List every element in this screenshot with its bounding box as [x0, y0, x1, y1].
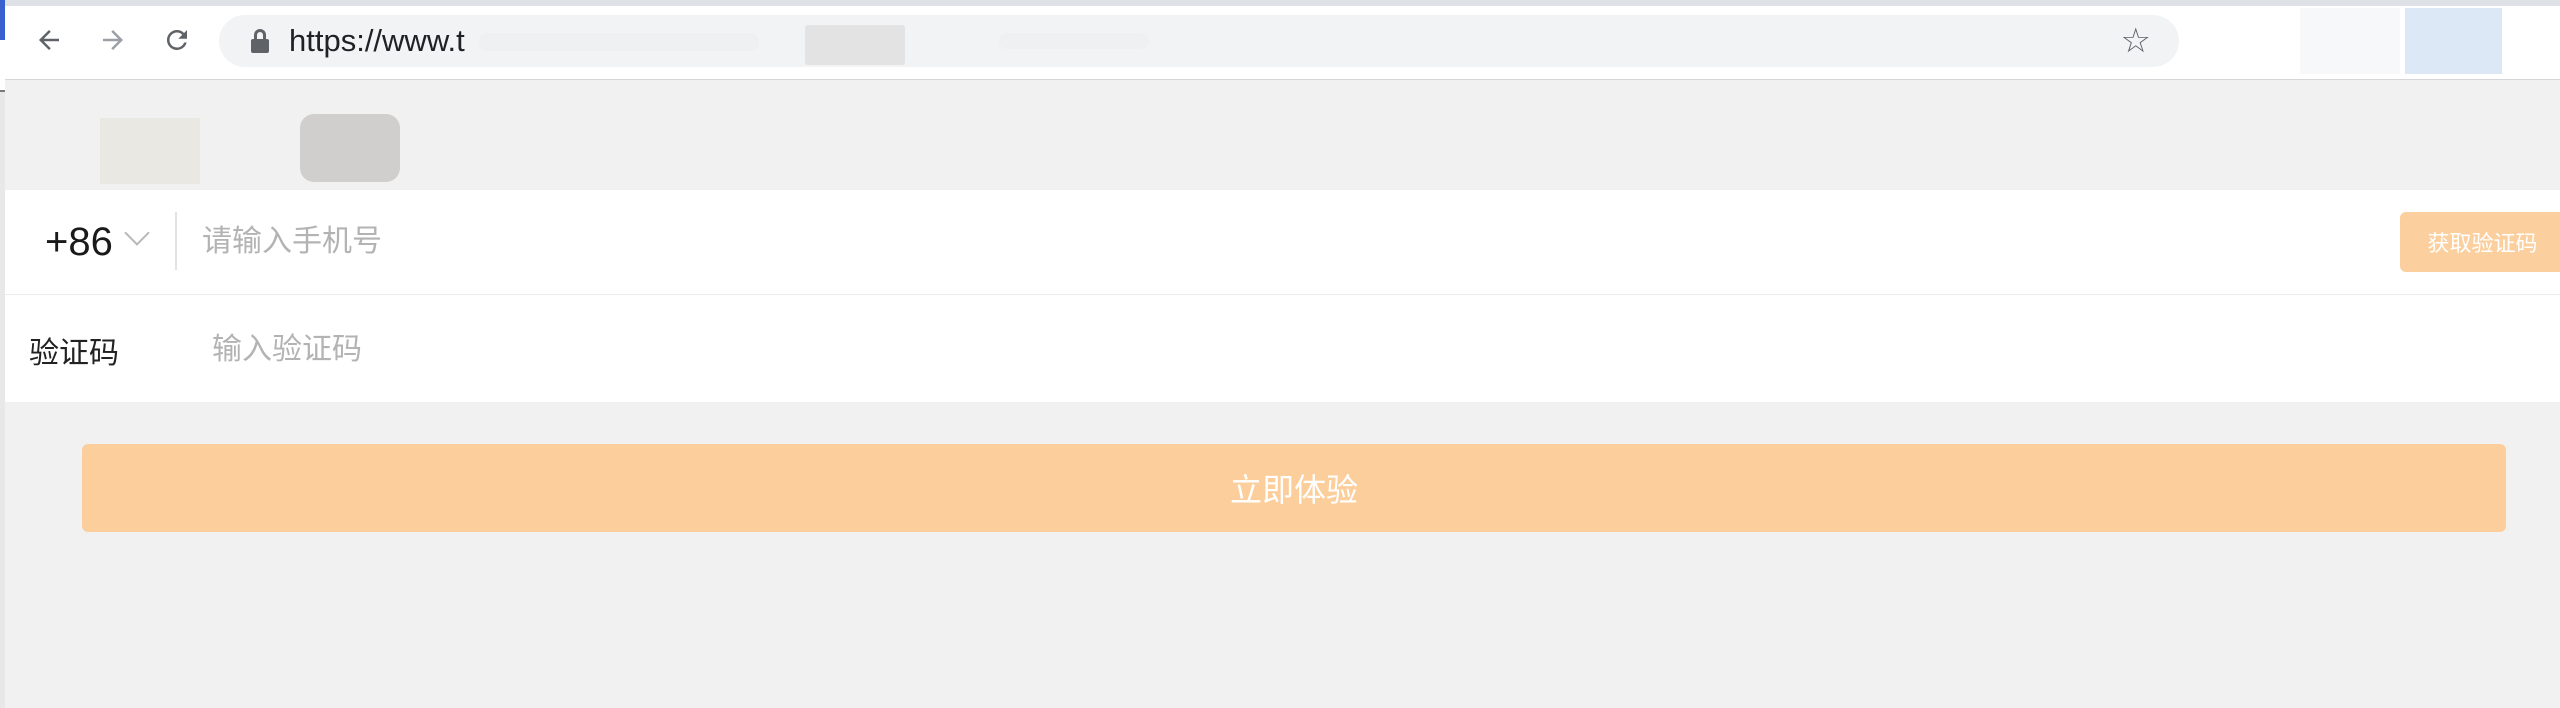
chevron-down-icon[interactable]	[124, 220, 150, 246]
country-code-select[interactable]: +86	[45, 220, 113, 265]
redacted-extension	[2200, 8, 2300, 74]
reload-icon	[166, 29, 187, 50]
redacted-extension	[2502, 8, 2560, 74]
url-text[interactable]: https://www.t	[289, 23, 465, 59]
redacted-extension	[2405, 8, 2502, 74]
forward-button[interactable]	[91, 18, 135, 62]
extensions-area	[2200, 8, 2560, 74]
phone-input[interactable]	[200, 214, 1700, 268]
redacted-url-part	[999, 33, 1149, 49]
get-code-button[interactable]: 获取验证码	[2400, 212, 2560, 272]
star-icon[interactable]: ☆	[2121, 21, 2151, 61]
tab-strip	[5, 0, 2560, 6]
phone-row: +86 获取验证码	[5, 190, 2560, 295]
code-input[interactable]	[210, 322, 1710, 376]
code-label: 验证码	[29, 336, 119, 371]
arrow-right-icon	[103, 30, 123, 50]
redacted-extension	[2300, 8, 2400, 74]
page-header	[5, 80, 2560, 190]
lock-icon[interactable]	[249, 28, 271, 54]
address-bar[interactable]: https://www.t ☆	[219, 15, 2179, 67]
arrow-left-icon	[39, 30, 59, 50]
redacted-logo	[300, 114, 400, 182]
redacted-url-part	[479, 33, 759, 51]
redacted-url-part	[805, 25, 905, 65]
browser-toolbar: https://www.t ☆	[5, 0, 2560, 80]
submit-button[interactable]: 立即体验	[82, 444, 2506, 532]
reload-button[interactable]	[155, 18, 199, 62]
code-row: 验证码	[5, 296, 2560, 402]
redacted-logo	[100, 118, 200, 184]
back-button[interactable]	[27, 18, 71, 62]
login-form: +86 获取验证码 验证码	[5, 190, 2560, 402]
divider	[175, 212, 177, 270]
